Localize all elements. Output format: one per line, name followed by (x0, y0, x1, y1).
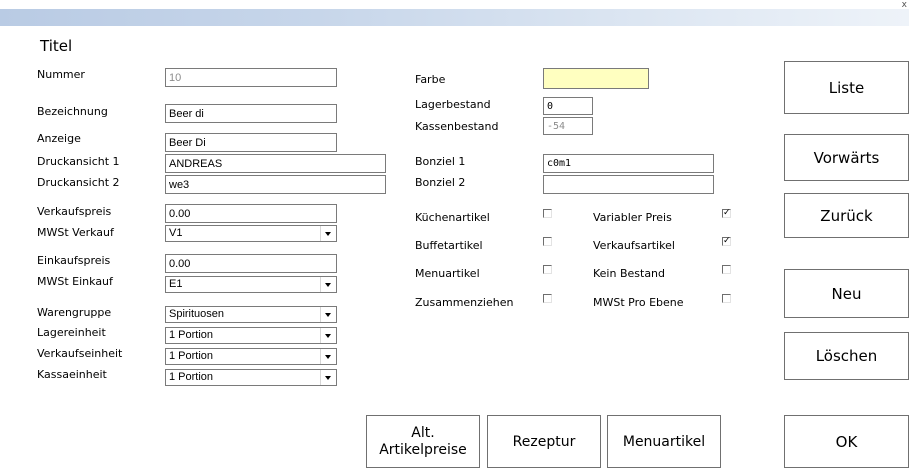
warengruppe-label: Warengruppe (37, 306, 112, 319)
bezeichnung-field[interactable]: Beer di (165, 104, 337, 123)
kassaeinheit-select[interactable]: 1 Portion (165, 369, 337, 386)
mwst-pro-ebene-label: MWSt Pro Ebene (593, 296, 684, 309)
title-bar (0, 9, 909, 26)
lagereinheit-label: Lagereinheit (37, 326, 106, 339)
bonziel1-label: Bonziel 1 (415, 155, 466, 168)
variabler-preis-checkbox[interactable]: ✓ (722, 209, 731, 218)
form-title: Titel (40, 37, 73, 55)
loeschen-button[interactable]: Löschen (784, 332, 909, 380)
chevron-down-icon[interactable] (320, 328, 336, 343)
kassaeinheit-label: Kassaeinheit (37, 368, 107, 381)
druckansicht2-field[interactable]: we3 (165, 175, 386, 194)
alt-artikelpreise-line2: Artikelpreise (379, 441, 467, 458)
bezeichnung-label: Bezeichnung (37, 105, 108, 118)
zusammenziehen-label: Zusammenziehen (415, 296, 514, 309)
einkaufspreis-label: Einkaufspreis (37, 254, 111, 267)
mwst-einkauf-label: MWSt Einkauf (37, 275, 113, 288)
mwst-einkauf-select[interactable]: E1 (165, 276, 337, 293)
lagereinheit-select[interactable]: 1 Portion (165, 327, 337, 344)
zusammenziehen-checkbox[interactable] (543, 294, 552, 303)
chevron-down-icon[interactable] (320, 277, 336, 292)
lagerbestand-label: Lagerbestand (415, 98, 491, 111)
verkaufseinheit-label: Verkaufseinheit (37, 347, 123, 360)
kein-bestand-checkbox[interactable] (722, 265, 731, 274)
warengruppe-select[interactable]: Spirituosen (165, 306, 337, 323)
anzeige-field[interactable]: Beer Di (165, 133, 337, 152)
mwst-einkauf-value: E1 (169, 278, 183, 290)
vorwaerts-button[interactable]: Vorwärts (784, 134, 909, 181)
zurueck-button[interactable]: Zurück (784, 193, 909, 238)
menuartikel-label: Menuartikel (415, 267, 480, 280)
buffetartikel-label: Buffetartikel (415, 239, 483, 252)
verkaufsartikel-label: Verkaufsartikel (593, 239, 675, 252)
verkaufspreis-field[interactable]: 0.00 (165, 204, 337, 223)
bonziel2-field[interactable] (543, 175, 714, 194)
kassenbestand-label: Kassenbestand (415, 120, 499, 133)
anzeige-label: Anzeige (37, 132, 81, 145)
neu-button[interactable]: Neu (784, 269, 909, 318)
mwst-verkauf-select[interactable]: V1 (165, 225, 337, 242)
bonziel2-label: Bonziel 2 (415, 176, 466, 189)
variabler-preis-label: Variabler Preis (593, 211, 672, 224)
farbe-label: Farbe (415, 73, 446, 86)
mwst-verkauf-value: V1 (169, 227, 183, 239)
verkaufsartikel-checkbox[interactable]: ✓ (722, 237, 731, 246)
druckansicht2-label: Druckansicht 2 (37, 176, 120, 189)
menuartikel-checkbox[interactable] (543, 265, 552, 274)
chevron-down-icon[interactable] (320, 349, 336, 364)
druckansicht1-label: Druckansicht 1 (37, 155, 120, 168)
kassaeinheit-value: 1 Portion (169, 371, 214, 383)
verkaufseinheit-select[interactable]: 1 Portion (165, 348, 337, 365)
buffetartikel-checkbox[interactable] (543, 237, 552, 246)
bonziel1-field[interactable]: c0m1 (543, 154, 714, 173)
kuechenartikel-label: Küchenartikel (415, 211, 490, 224)
verkaufseinheit-value: 1 Portion (169, 350, 214, 362)
menuartikel-button[interactable]: Menuartikel (607, 415, 721, 468)
alt-artikelpreise-button[interactable]: Alt. Artikelpreise (366, 415, 480, 468)
chevron-down-icon[interactable] (320, 307, 336, 322)
nummer-field[interactable]: 10 (165, 68, 337, 87)
kuechenartikel-checkbox[interactable] (543, 209, 552, 218)
nummer-label: Nummer (37, 68, 85, 81)
warengruppe-value: Spirituosen (169, 308, 225, 320)
einkaufspreis-field[interactable]: 0.00 (165, 254, 337, 273)
kassenbestand-field[interactable]: -54 (543, 117, 593, 135)
alt-artikelpreise-line1: Alt. (411, 424, 435, 441)
kein-bestand-label: Kein Bestand (593, 267, 666, 280)
close-icon[interactable]: x (902, 0, 907, 10)
ok-button[interactable]: OK (784, 415, 909, 468)
mwst-verkauf-label: MWSt Verkauf (37, 226, 114, 239)
rezeptur-button[interactable]: Rezeptur (487, 415, 601, 468)
verkaufspreis-label: Verkaufspreis (37, 205, 112, 218)
chevron-down-icon[interactable] (320, 226, 336, 241)
druckansicht1-field[interactable]: ANDREAS (165, 154, 386, 173)
liste-button[interactable]: Liste (784, 61, 909, 114)
farbe-field[interactable] (543, 68, 649, 89)
lagerbestand-field[interactable]: 0 (543, 97, 593, 115)
mwst-pro-ebene-checkbox[interactable] (722, 294, 731, 303)
lagereinheit-value: 1 Portion (169, 329, 214, 341)
chevron-down-icon[interactable] (320, 370, 336, 385)
